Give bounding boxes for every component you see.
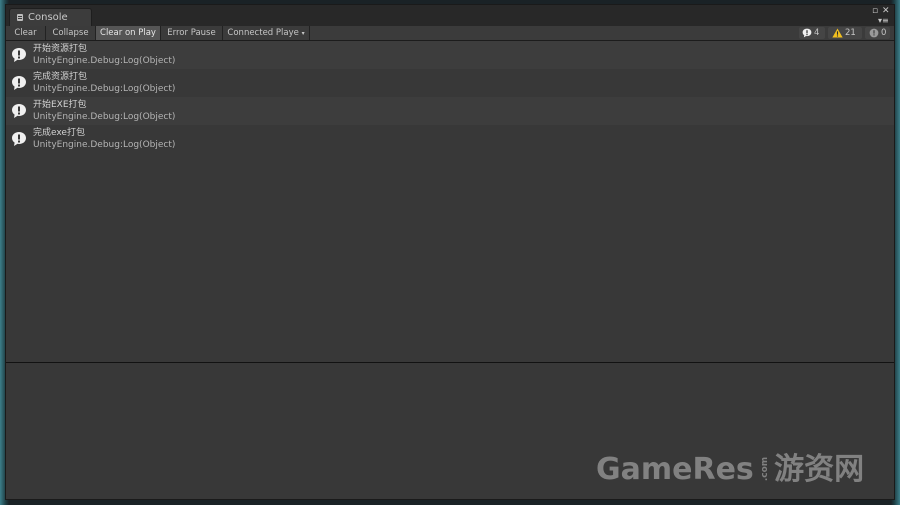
watermark-logo: GameRes .com 游资网	[596, 450, 864, 490]
tab-console[interactable]: Console	[9, 8, 92, 26]
log-message: 完成资源打包	[33, 72, 88, 82]
log-trace: UnityEngine.Debug:Log(Object)	[33, 140, 176, 150]
info-icon	[802, 28, 812, 37]
log-message: 完成exe打包	[33, 128, 85, 138]
console-icon	[17, 14, 23, 21]
log-list[interactable]: 开始资源打包 UnityEngine.Debug:Log(Object) 完成资…	[6, 41, 894, 362]
tab-console-label: Console	[28, 12, 68, 23]
clear-button[interactable]: Clear	[6, 26, 46, 40]
log-entry[interactable]: 完成exe打包 UnityEngine.Debug:Log(Object)	[6, 125, 894, 153]
log-message: 开始EXE打包	[33, 100, 87, 110]
error-count-toggle[interactable]: 0	[865, 27, 890, 39]
maximize-icon[interactable]: ▫	[872, 6, 878, 16]
error-pause-toggle[interactable]: Error Pause	[161, 26, 223, 40]
connected-player-dropdown[interactable]: Connected Playe ▾	[223, 26, 310, 40]
watermark-com: .com	[759, 456, 770, 482]
menu-icon[interactable]: ▾≡	[878, 16, 889, 26]
warning-count-toggle[interactable]: 21	[828, 27, 862, 39]
info-icon	[12, 48, 26, 62]
info-count: 4	[814, 28, 820, 38]
info-icon	[12, 104, 26, 118]
watermark-cn: 游资网	[774, 452, 865, 487]
log-trace: UnityEngine.Debug:Log(Object)	[33, 112, 176, 122]
collapse-button[interactable]: Collapse	[46, 26, 96, 40]
close-icon[interactable]: ✕	[882, 6, 890, 16]
connected-player-label: Connected Playe	[227, 28, 299, 38]
chevron-down-icon: ▾	[301, 30, 305, 37]
warning-icon	[832, 28, 843, 37]
log-trace: UnityEngine.Debug:Log(Object)	[33, 84, 176, 94]
warning-count: 21	[845, 28, 856, 38]
clear-on-play-toggle[interactable]: Clear on Play	[96, 26, 161, 40]
console-window: Console ▫ ✕ ▾≡ Clear Collapse Clear on P…	[5, 4, 895, 500]
log-entry[interactable]: 完成资源打包 UnityEngine.Debug:Log(Object)	[6, 69, 894, 97]
info-count-toggle[interactable]: 4	[799, 27, 825, 39]
info-icon	[12, 132, 26, 146]
log-entry[interactable]: 开始资源打包 UnityEngine.Debug:Log(Object)	[6, 41, 894, 69]
log-message: 开始资源打包	[33, 44, 88, 54]
tab-bar: Console ▫ ✕ ▾≡	[6, 5, 894, 26]
log-entry[interactable]: 开始EXE打包 UnityEngine.Debug:Log(Object)	[6, 97, 894, 125]
error-count: 0	[881, 28, 887, 38]
error-icon	[869, 28, 879, 37]
watermark-brand: GameRes	[596, 452, 754, 487]
log-trace: UnityEngine.Debug:Log(Object)	[33, 56, 176, 66]
info-icon	[12, 76, 26, 90]
console-toolbar: Clear Collapse Clear on Play Error Pause…	[6, 26, 894, 41]
